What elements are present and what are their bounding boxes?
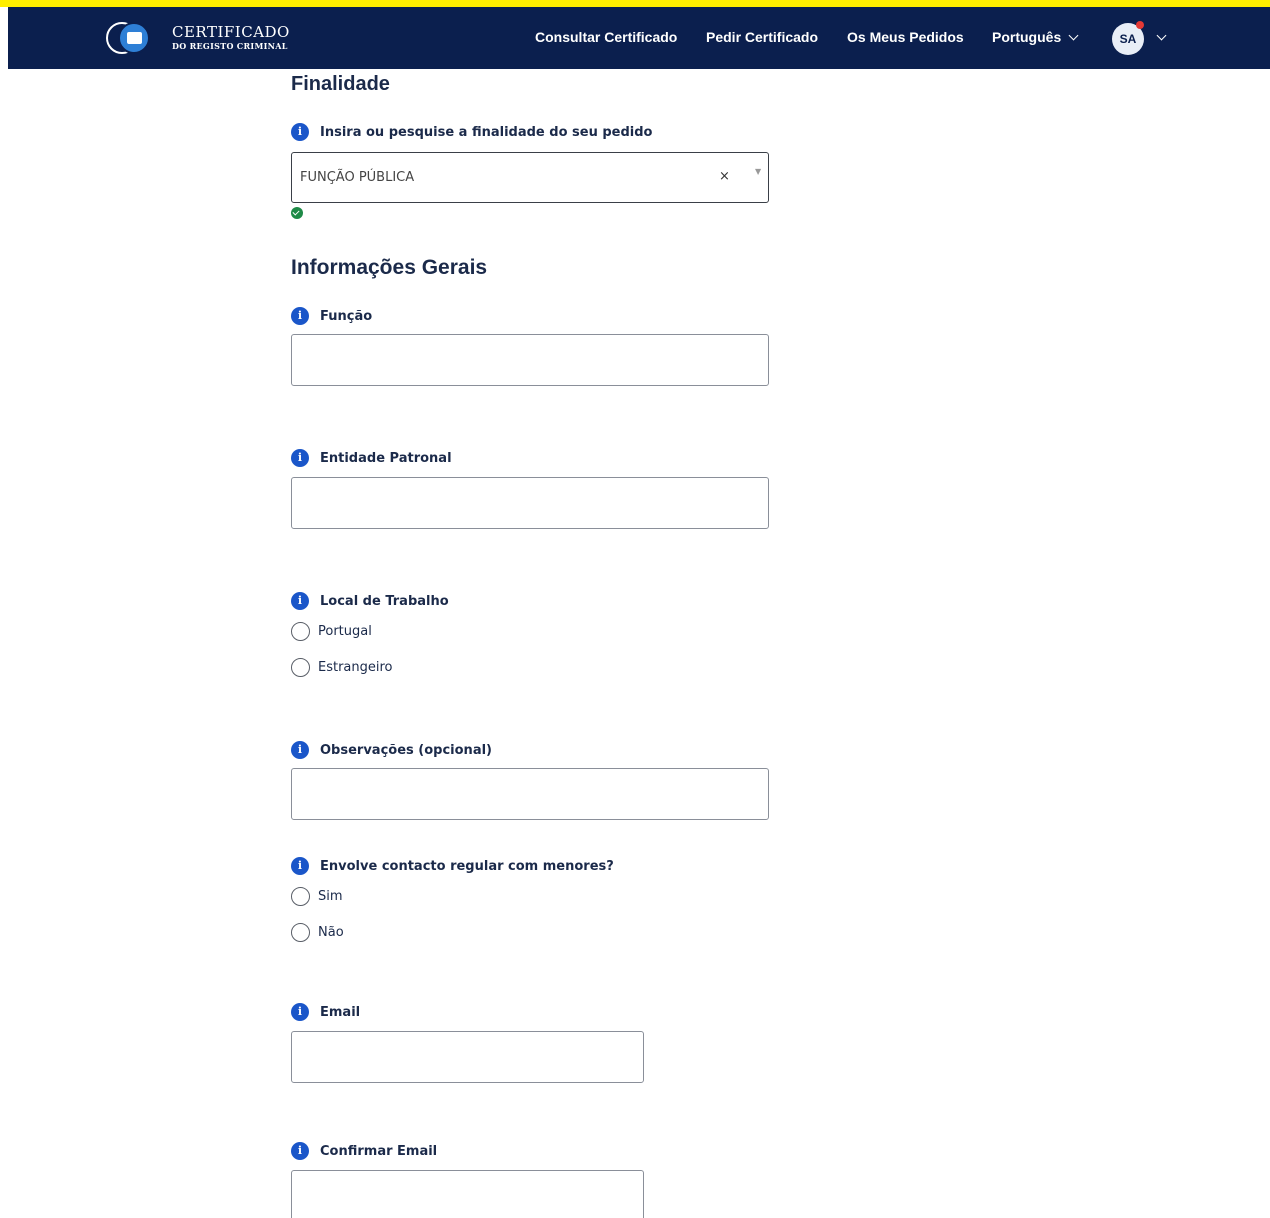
- section-title-informacoes-gerais: Informações Gerais: [291, 256, 488, 279]
- info-icon[interactable]: i: [291, 592, 309, 610]
- finalidade-label-text: Insira ou pesquise a finalidade do seu p…: [320, 124, 653, 140]
- observacoes-input[interactable]: [291, 768, 769, 820]
- info-icon[interactable]: i: [291, 449, 309, 467]
- language-selector[interactable]: Português: [992, 29, 1079, 45]
- browser-notice-banner: [0, 0, 1270, 7]
- notification-dot: [1136, 21, 1144, 29]
- radio-button[interactable]: [291, 922, 310, 942]
- top-navbar: CERTIFICADO DO REGISTO CRIMINAL Consulta…: [8, 7, 1270, 69]
- radio-label: Sim: [318, 888, 343, 904]
- funcao-label-text: Função: [320, 308, 373, 324]
- logo-subtitle: DO REGISTO CRIMINAL: [172, 41, 288, 51]
- check-circle-icon: [291, 207, 303, 219]
- confirm-email-input[interactable]: [291, 1170, 644, 1218]
- field-label-email: i Email: [291, 1002, 360, 1022]
- nav-pedir-certificado[interactable]: Pedir Certificado: [706, 29, 818, 45]
- radio-button[interactable]: [291, 657, 310, 677]
- info-icon[interactable]: i: [291, 857, 309, 875]
- field-label-local-trabalho: i Local de Trabalho: [291, 591, 449, 611]
- radio-option-nao[interactable]: Não: [291, 921, 344, 943]
- entidade-label-text: Entidade Patronal: [320, 450, 452, 466]
- entidade-patronal-input[interactable]: [291, 477, 769, 529]
- chevron-down-icon: [1068, 30, 1079, 41]
- finalidade-selected-value: FUNÇÃO PÚBLICA: [300, 170, 415, 185]
- field-label-observacoes: i Observações (opcional): [291, 740, 492, 760]
- info-icon[interactable]: i: [291, 1003, 309, 1021]
- email-input[interactable]: [291, 1031, 644, 1083]
- field-label-finalidade: i Insira ou pesquise a finalidade do seu…: [291, 122, 652, 142]
- radio-button[interactable]: [291, 621, 310, 641]
- info-icon[interactable]: i: [291, 1142, 309, 1160]
- funcao-input[interactable]: [291, 334, 769, 386]
- logo-badge-icon: [118, 22, 150, 54]
- field-label-entidade-patronal: i Entidade Patronal: [291, 448, 452, 468]
- site-logo[interactable]: CERTIFICADO DO REGISTO CRIMINAL: [106, 19, 326, 57]
- logo-title: CERTIFICADO: [172, 23, 290, 41]
- dropdown-arrow-icon[interactable]: ▼: [755, 167, 761, 176]
- language-label: Português: [992, 29, 1062, 45]
- confirm-email-label-text: Confirmar Email: [320, 1143, 438, 1159]
- radio-option-sim[interactable]: Sim: [291, 885, 343, 907]
- field-label-funcao: i Função: [291, 306, 372, 326]
- radio-label: Estrangeiro: [318, 659, 393, 675]
- clear-icon[interactable]: ×: [719, 169, 730, 184]
- field-label-confirmar-email: i Confirmar Email: [291, 1141, 437, 1161]
- finalidade-select[interactable]: FUNÇÃO PÚBLICA × ▼: [291, 152, 769, 203]
- email-label-text: Email: [320, 1004, 361, 1020]
- section-title-finalidade: Finalidade: [291, 73, 390, 95]
- info-icon[interactable]: i: [291, 123, 309, 141]
- observacoes-label-text: Observações (opcional): [320, 742, 492, 758]
- radio-button[interactable]: [291, 886, 310, 906]
- nav-meus-pedidos[interactable]: Os Meus Pedidos: [847, 29, 964, 45]
- info-icon[interactable]: i: [291, 307, 309, 325]
- radio-option-estrangeiro[interactable]: Estrangeiro: [291, 656, 393, 678]
- info-icon[interactable]: i: [291, 741, 309, 759]
- radio-label: Portugal: [318, 623, 372, 639]
- nav-consultar-certificado[interactable]: Consultar Certificado: [535, 29, 677, 45]
- chevron-down-icon[interactable]: [1156, 30, 1167, 41]
- field-label-menores: i Envolve contacto regular com menores?: [291, 856, 614, 876]
- menores-label-text: Envolve contacto regular com menores?: [320, 858, 614, 874]
- radio-option-portugal[interactable]: Portugal: [291, 620, 372, 642]
- local-label-text: Local de Trabalho: [320, 593, 449, 609]
- radio-label: Não: [318, 924, 344, 940]
